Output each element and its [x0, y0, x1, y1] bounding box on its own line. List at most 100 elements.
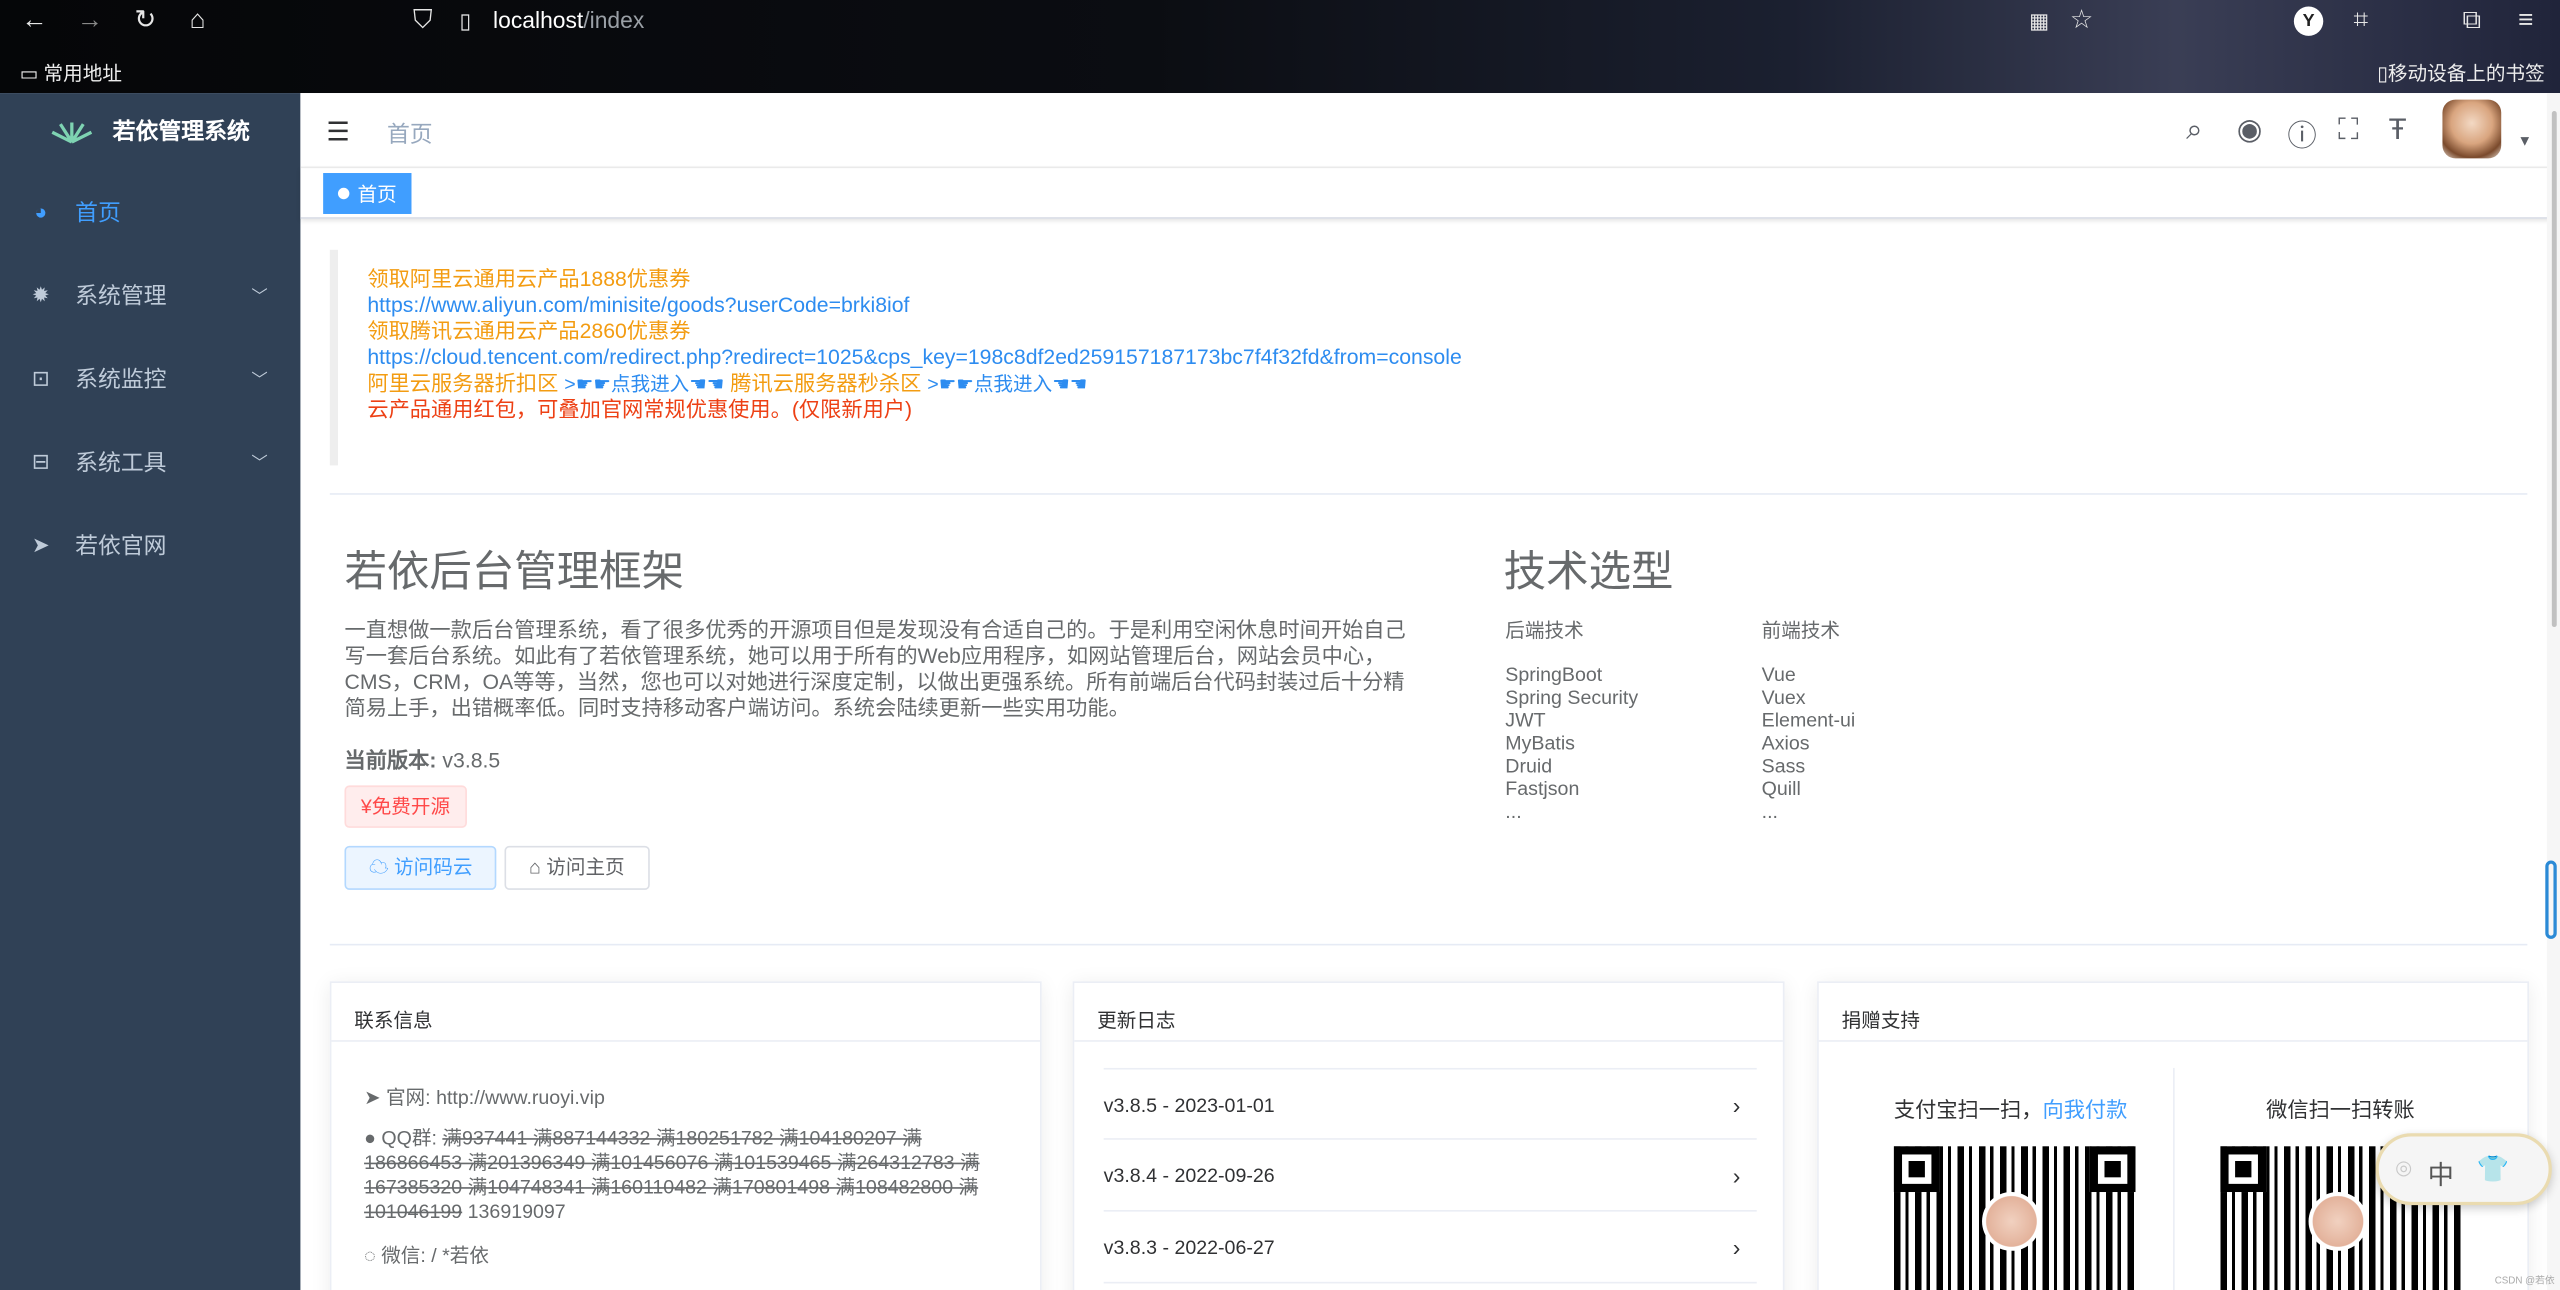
chevron-down-icon: ﹀: [251, 372, 268, 391]
menu-icon[interactable]: ≡: [2511, 7, 2540, 36]
crop-icon[interactable]: ⌗: [2346, 7, 2375, 36]
list-item: Axios: [1761, 731, 1810, 755]
qr-avatar: [2308, 1192, 2368, 1251]
back-icon[interactable]: ←: [20, 7, 49, 36]
divider: [2173, 1067, 2175, 1290]
list-item: JWT: [1505, 708, 1546, 732]
visit-gitee-button[interactable]: ☁ 访问码云: [344, 845, 497, 890]
promo-aliyun-coupon: 领取阿里云通用云产品1888优惠券: [367, 266, 691, 291]
address-bar[interactable]: localhost/index: [493, 7, 644, 33]
sidebar-logo[interactable]: 若依管理系统: [0, 93, 300, 166]
free-open-source-tag: ¥免费开源: [344, 785, 467, 828]
promo-red-packet: 云产品通用红包，可叠加官网常规优惠使用。(仅限新用户): [367, 396, 913, 422]
framework-description: 一直想做一款后台管理系统，看了很多优秀的开源项目但是发现没有合适自己的。于是利用…: [344, 617, 1406, 721]
qr-avatar: [1982, 1192, 2041, 1251]
sidebar-item-system-monitor[interactable]: ⊡ 系统监控 ﹀: [0, 336, 300, 419]
user-icon: ●: [364, 1126, 376, 1150]
backend-list: SpringBoot Spring Security JWT MyBatis D…: [1505, 663, 1638, 823]
profile-icon[interactable]: Y: [2293, 6, 2324, 36]
tags-view: 首页: [300, 168, 2560, 219]
list-item: Vuex: [1761, 685, 1806, 709]
search-icon[interactable]: ⌕: [2186, 113, 2202, 147]
sidebar-item-official-site[interactable]: ➤ 若依官网: [0, 503, 300, 586]
promo-tencent-link[interactable]: https://cloud.tencent.com/redirect.php?r…: [367, 345, 1461, 369]
forward-icon[interactable]: →: [75, 7, 104, 36]
browser-toolbar: ← → ↻ ⌂ ⛉ ▯ localhost/index ▦ ☆ Y ⌗ ⧉ ≡ …: [0, 0, 2560, 94]
paper-plane-icon: ➤: [364, 1085, 381, 1109]
bookmark-folder[interactable]: ▭ 常用地址: [20, 59, 122, 87]
font-size-icon[interactable]: Ŧ: [2389, 113, 2407, 147]
framework-title: 若依后台管理框架: [344, 547, 685, 597]
fullscreen-icon[interactable]: ⛶: [2338, 113, 2359, 147]
sidebar: 若依管理系统 ◕ 首页 ✹ 系统管理 ﹀ ⊡ 系统监控 ﹀ ⊟ 系统工具 ﹀ ➤ 若依官网: [0, 93, 301, 1290]
divider: [329, 943, 2528, 946]
list-item: Spring Security: [1505, 685, 1639, 709]
caret-down-icon[interactable]: ▼: [2518, 132, 2533, 148]
skin-shirt-icon[interactable]: 👕: [2477, 1153, 2510, 1186]
list-item: Element-ui: [1761, 708, 1856, 732]
qr-code-icon[interactable]: ▦: [2024, 7, 2053, 36]
sidebar-item-home[interactable]: ◕ 首页: [0, 170, 300, 253]
ime-mode-label[interactable]: 中: [2428, 1153, 2454, 1192]
official-site-line: ➤ 官网: http://www.ruoyi.vip: [364, 1085, 605, 1109]
alipay-caption: 支付宝扫一扫，向我付款: [1893, 1097, 2128, 1122]
chat-icon: ◌: [364, 1244, 376, 1268]
help-icon[interactable]: ⓘ: [2287, 113, 2316, 155]
qq-groups-line: ● QQ群: 满937441 满887144332 满180251782 满10…: [364, 1126, 980, 1224]
visit-homepage-button[interactable]: ⌂ 访问主页: [504, 845, 650, 890]
official-site-link[interactable]: http://www.ruoyi.vip: [436, 1086, 605, 1109]
ime-logo-icon: ◎: [2395, 1156, 2413, 1179]
toolbox-icon: ⊟: [31, 448, 50, 473]
changelog-item[interactable]: v3.8.4 - 2022-09-26 ›: [1103, 1140, 1757, 1212]
sidebar-title: 若依管理系统: [112, 116, 250, 143]
sidebar-item-system-tools[interactable]: ⊟ 系统工具 ﹀: [0, 420, 300, 503]
changelog-card: 更新日志 v3.8.5 - 2023-01-01 › v3.8.4 - 2022-…: [1072, 981, 1785, 1290]
page-icon: ▯: [459, 8, 472, 33]
paper-plane-icon: ➤: [31, 531, 50, 557]
list-item: Fastjson: [1505, 777, 1580, 801]
list-item: MyBatis: [1505, 731, 1575, 755]
breadcrumb[interactable]: 首页: [387, 118, 433, 151]
changelog-item[interactable]: v3.8.3 - 2022-06-27 ›: [1103, 1212, 1757, 1284]
promo-aliyun-link[interactable]: https://www.aliyun.com/minisite/goods?us…: [367, 292, 909, 316]
avatar[interactable]: [2442, 99, 2502, 159]
list-item: ...: [1505, 800, 1522, 823]
chevron-down-icon: ﹀: [251, 289, 268, 307]
scrollbar-thumb[interactable]: [2551, 111, 2557, 628]
home-icon[interactable]: ⌂: [183, 7, 212, 36]
tag-home[interactable]: 首页: [323, 173, 412, 214]
reload-icon[interactable]: ↻: [131, 7, 160, 36]
chevron-right-icon: ›: [1732, 1162, 1741, 1189]
promo-enter-tencent-link[interactable]: >☛☛点我进入☚☚: [927, 372, 1087, 395]
navbar: ☰ 首页 ⌕ ◉ ⓘ ⛶ Ŧ ▼: [300, 93, 2560, 169]
extensions-icon[interactable]: ⧉: [2457, 7, 2486, 36]
promo-tencent-zone: 腾讯云服务器秒杀区: [730, 370, 922, 396]
star-icon[interactable]: ☆: [2067, 7, 2096, 36]
github-icon[interactable]: ◉: [2237, 113, 2263, 147]
chevron-down-icon: ﹀: [251, 455, 268, 474]
changelog-item[interactable]: v3.8.5 - 2023-01-01 ›: [1103, 1067, 1757, 1140]
scroll-indicator[interactable]: [2545, 860, 2557, 939]
cloud-icon: ☁: [368, 855, 389, 879]
backend-title: 后端技术: [1505, 618, 1584, 642]
alipay-qr-code: [1893, 1146, 2136, 1290]
alipay-link[interactable]: 向我付款: [2042, 1097, 2127, 1121]
donate-card-title: 捐赠支持: [1818, 983, 2528, 1042]
promo-enter-aliyun-link[interactable]: >☛☛点我进入☚☚: [564, 372, 724, 395]
divider: [329, 493, 2528, 495]
frontend-list: Vue Vuex Element-ui Axios Sass Quill ...: [1762, 663, 1856, 823]
home-icon: ⌂: [528, 855, 541, 879]
list-item: Vue: [1761, 662, 1796, 686]
version-line: 当前版本: v3.8.5: [344, 747, 501, 773]
list-item: Sass: [1761, 754, 1806, 778]
mobile-bookmarks[interactable]: ▯移动设备上的书签: [2377, 59, 2545, 87]
monitor-icon: ⊡: [31, 364, 50, 390]
chevron-right-icon: ›: [1732, 1234, 1741, 1261]
contact-card: 联系信息 ➤ 官网: http://www.ruoyi.vip ● QQ群: 满…: [329, 981, 1042, 1290]
ime-toolbar[interactable]: ◎ 中 👕: [2375, 1133, 2552, 1206]
promo-blockquote: 领取阿里云通用云产品1888优惠券 https://www.aliyun.com…: [329, 249, 2528, 466]
list-item: Druid: [1505, 754, 1553, 778]
hamburger-icon[interactable]: ☰: [327, 116, 350, 149]
sidebar-item-system-management[interactable]: ✹ 系统管理 ﹀: [0, 253, 300, 336]
shield-icon[interactable]: ⛉: [408, 7, 437, 36]
